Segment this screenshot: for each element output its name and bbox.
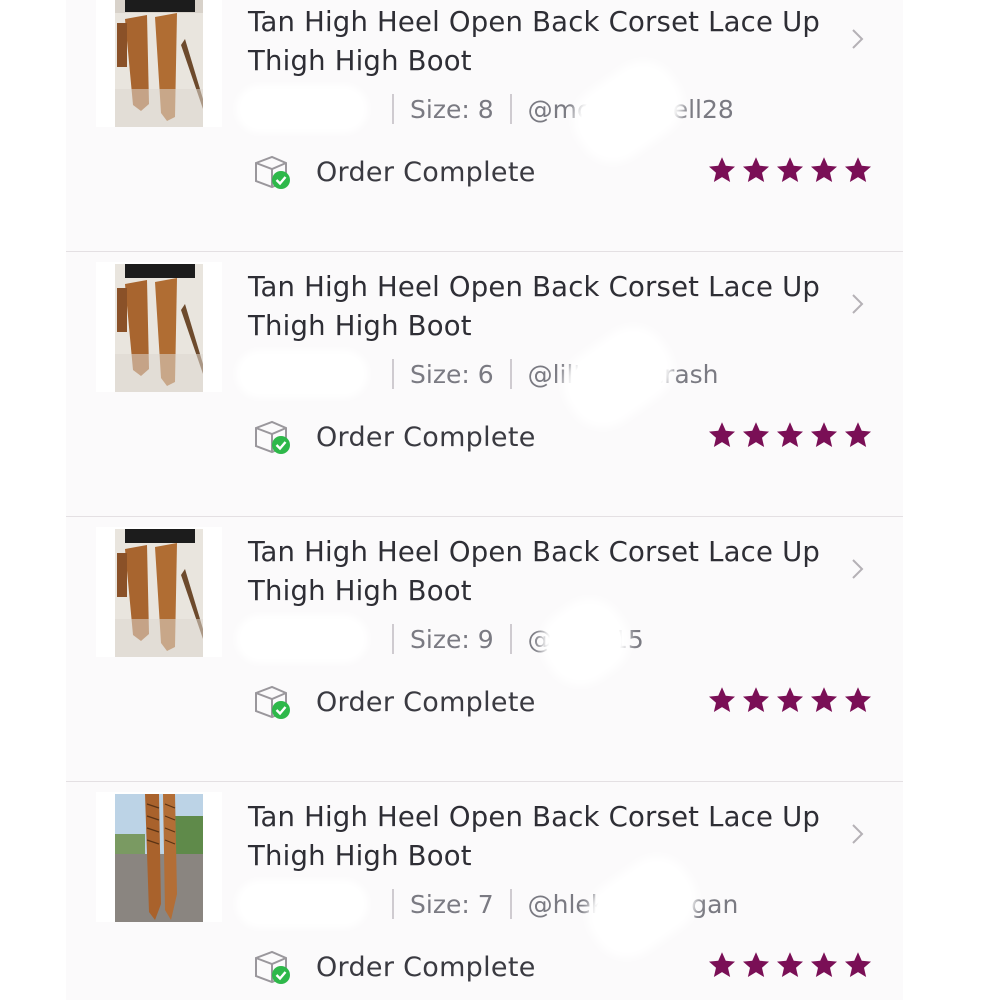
product-thumbnail[interactable] (96, 262, 222, 392)
star-icon (777, 422, 803, 447)
size-label: Size: 7 (410, 889, 494, 919)
star-icon (845, 422, 871, 447)
divider (509, 624, 512, 654)
size-label: Size: 6 (410, 359, 494, 389)
star-rating (707, 155, 873, 185)
star-icon (709, 157, 735, 182)
size-label: Size: 9 (410, 624, 494, 654)
star-icon (811, 157, 837, 182)
product-title[interactable]: Tan High Heel Open Back Corset Lace Up T… (248, 268, 828, 346)
product-thumbnail[interactable] (96, 792, 222, 922)
status-text: Order Complete (316, 686, 536, 718)
buyer-handle: @e15 (528, 596, 644, 687)
order-status: Order Complete (252, 153, 536, 191)
redacted-name (242, 356, 362, 392)
star-icon (743, 952, 769, 977)
star-icon (709, 687, 735, 712)
handle-end: gan (691, 889, 739, 919)
divider (392, 624, 394, 654)
order-status: Order Complete (252, 418, 536, 456)
divider (509, 94, 512, 124)
buyer-handle: @lil' crash (528, 323, 719, 430)
order-list: Tan High Heel Open Back Corset Lace Up T… (66, 0, 903, 1000)
size-label: Size: 8 (410, 94, 494, 124)
star-icon (811, 422, 837, 447)
buyer-handle: @mc ell28 (528, 58, 734, 165)
handle-start: @hlek (527, 889, 606, 919)
star-rating (707, 950, 873, 980)
star-icon (811, 687, 837, 712)
star-icon (777, 687, 803, 712)
divider (509, 359, 512, 389)
order-status: Order Complete (252, 948, 536, 986)
handle-end: ell28 (672, 94, 734, 124)
star-icon (845, 952, 871, 977)
redacted-name (242, 886, 362, 922)
order-status: Order Complete (252, 683, 536, 721)
star-icon (709, 952, 735, 977)
status-text: Order Complete (316, 421, 536, 453)
status-text: Order Complete (316, 156, 536, 188)
star-icon (811, 952, 837, 977)
buyer-handle: @hlek gan (527, 853, 739, 960)
star-rating (707, 420, 873, 450)
chevron-right-icon[interactable] (845, 557, 869, 581)
product-title[interactable]: Tan High Heel Open Back Corset Lace Up T… (248, 798, 828, 876)
redacted-name (242, 91, 362, 127)
star-icon (777, 157, 803, 182)
redacted-name (242, 621, 362, 657)
delivered-box-check-icon (255, 950, 290, 984)
star-icon (743, 157, 769, 182)
order-meta: Size: 6 @lil' crash (242, 323, 782, 430)
divider (509, 889, 512, 919)
product-thumbnail[interactable] (96, 0, 222, 127)
star-icon (709, 422, 735, 447)
star-icon (845, 157, 871, 182)
delivered-box-check-icon (255, 685, 290, 719)
order-item[interactable]: Tan High Heel Open Back Corset Lace Up T… (66, 252, 903, 517)
delivered-box-check-icon (255, 155, 290, 189)
star-icon (777, 952, 803, 977)
order-meta: Size: 9 @e15 (242, 596, 782, 687)
orders-page: Tan High Heel Open Back Corset Lace Up T… (0, 0, 1000, 1000)
product-title[interactable]: Tan High Heel Open Back Corset Lace Up T… (248, 533, 828, 611)
star-rating (707, 685, 873, 715)
star-icon (743, 422, 769, 447)
star-icon (845, 687, 871, 712)
divider (392, 359, 394, 389)
chevron-right-icon[interactable] (845, 822, 869, 846)
delivered-box-check-icon (255, 420, 290, 454)
product-thumbnail[interactable] (96, 527, 222, 657)
chevron-right-icon[interactable] (845, 292, 869, 316)
divider (392, 889, 394, 919)
divider (392, 94, 394, 124)
product-title[interactable]: Tan High Heel Open Back Corset Lace Up T… (248, 3, 828, 81)
order-meta: Size: 8 @mc ell28 (242, 58, 782, 165)
order-meta: Size: 7 @hlek gan (242, 853, 782, 960)
star-icon (743, 687, 769, 712)
order-item[interactable]: Tan High Heel Open Back Corset Lace Up T… (66, 517, 903, 782)
chevron-right-icon[interactable] (845, 27, 869, 51)
order-item[interactable]: Tan High Heel Open Back Corset Lace Up T… (66, 782, 903, 1000)
order-item[interactable]: Tan High Heel Open Back Corset Lace Up T… (66, 0, 903, 252)
status-text: Order Complete (316, 951, 536, 983)
